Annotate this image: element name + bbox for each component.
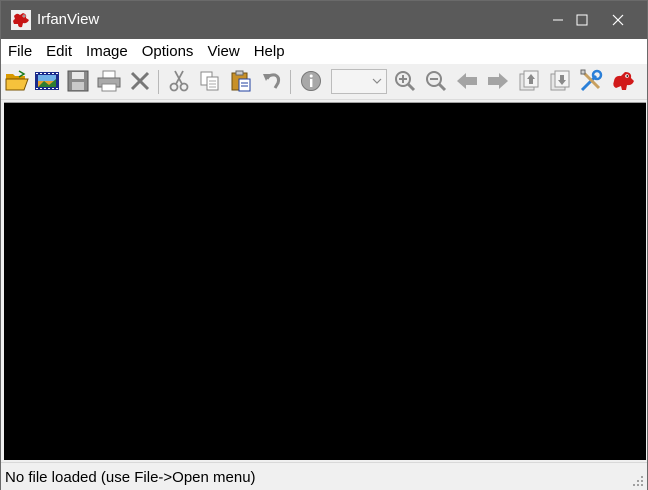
about-icon (613, 72, 634, 90)
page-up-icon (519, 70, 539, 91)
info-button[interactable] (298, 68, 324, 94)
info-icon (301, 71, 321, 91)
menu-bar: File Edit Image Options View Help (1, 39, 647, 64)
slideshow-button[interactable] (34, 68, 60, 94)
toolbar-separator (158, 70, 159, 94)
menu-help[interactable]: Help (247, 39, 292, 64)
zoom-out-icon (426, 71, 447, 92)
undo-button[interactable] (259, 68, 285, 94)
about-button[interactable] (610, 68, 636, 94)
open-icon (5, 70, 29, 91)
zoom-in-button[interactable] (392, 68, 418, 94)
irfanview-window: IrfanView File Edit Image Options View H… (0, 0, 648, 490)
page-up-button[interactable] (516, 68, 542, 94)
image-canvas[interactable] (4, 102, 646, 460)
zoom-combobox[interactable] (331, 69, 387, 94)
zoom-out-button[interactable] (423, 68, 449, 94)
paste-icon (231, 70, 251, 92)
delete-button[interactable] (127, 68, 153, 94)
chevron-down-icon (372, 78, 382, 84)
status-text: No file loaded (use File->Open menu) (5, 469, 256, 486)
close-icon (612, 14, 624, 26)
open-button[interactable] (4, 68, 30, 94)
settings-button[interactable] (578, 68, 604, 94)
next-icon (488, 73, 508, 89)
next-button[interactable] (485, 68, 511, 94)
slideshow-icon (35, 72, 59, 90)
undo-icon (263, 73, 281, 89)
print-button[interactable] (96, 68, 122, 94)
copy-button[interactable] (197, 68, 223, 94)
toolbar (1, 64, 647, 100)
menu-image[interactable]: Image (79, 39, 135, 64)
save-button[interactable] (65, 68, 91, 94)
print-icon (97, 70, 121, 92)
settings-icon (580, 69, 603, 92)
copy-icon (200, 71, 219, 91)
page-down-button[interactable] (547, 68, 573, 94)
menu-options[interactable]: Options (135, 39, 201, 64)
cut-button[interactable] (166, 68, 192, 94)
previous-button[interactable] (454, 68, 480, 94)
previous-icon (457, 73, 477, 89)
maximize-icon (576, 14, 588, 26)
toolbar-separator (290, 70, 291, 94)
delete-icon (130, 71, 150, 91)
irfanview-app-icon[interactable] (11, 10, 31, 30)
resize-grip-icon[interactable] (632, 475, 644, 487)
cut-icon (169, 70, 189, 92)
menu-edit[interactable]: Edit (39, 39, 79, 64)
status-bar: No file loaded (use File->Open menu) (1, 462, 647, 490)
paste-button[interactable] (228, 68, 254, 94)
page-down-icon (550, 70, 570, 91)
title-bar[interactable]: IrfanView (1, 1, 647, 39)
menu-view[interactable]: View (200, 39, 246, 64)
save-icon (67, 70, 89, 92)
menu-file[interactable]: File (1, 39, 39, 64)
window-title: IrfanView (37, 11, 100, 28)
zoom-in-icon (395, 71, 416, 92)
close-button[interactable] (595, 1, 641, 39)
